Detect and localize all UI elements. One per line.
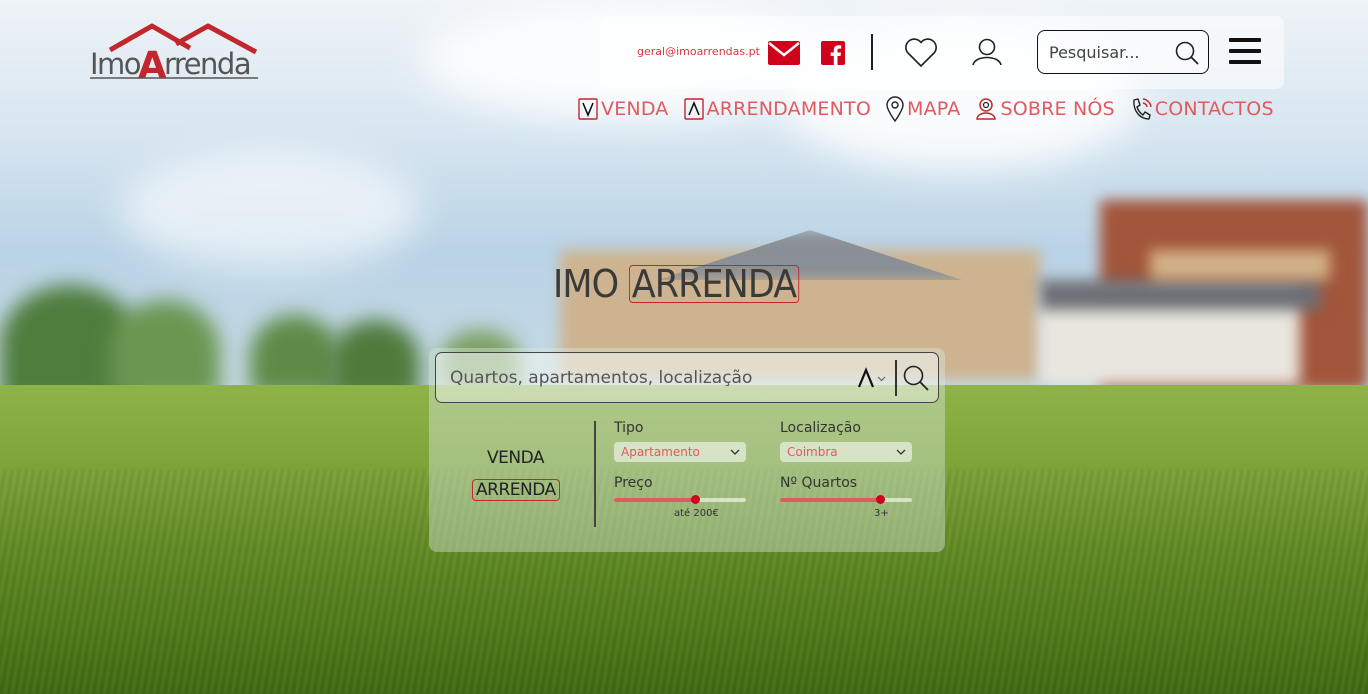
search-divider [895, 360, 897, 396]
nav-item-sobre-nos[interactable]: SOBRE NÓS [975, 97, 1115, 121]
mode-arrenda-button[interactable]: ARRENDA [472, 479, 560, 501]
hero-logo: IMO ARRENDA [553, 262, 814, 306]
quartos-slider[interactable] [780, 495, 912, 504]
preco-value: até 200€ [674, 508, 719, 519]
quartos-label: Nº Quartos [780, 475, 858, 491]
chevron-down-icon [896, 442, 906, 468]
logo-text-imo: Imo [90, 47, 141, 81]
nav-label: CONTACTOS [1154, 98, 1274, 120]
localizacao-value: Coimbra [787, 445, 838, 459]
nav-item-venda[interactable]: VENDA [578, 98, 669, 120]
panel-divider [594, 421, 596, 527]
logo[interactable]: Imo A rrenda [90, 22, 260, 87]
mode-dropdown[interactable] [857, 367, 889, 389]
nav-item-mapa[interactable]: MAPA [886, 96, 960, 122]
quartos-value: 3+ [874, 508, 889, 519]
search-icon[interactable] [1174, 40, 1200, 70]
main-search-bar [435, 352, 939, 403]
facebook-icon[interactable] [821, 41, 845, 65]
arrendamento-icon [683, 98, 704, 120]
header-search [1037, 30, 1209, 74]
header-search-input[interactable] [1049, 42, 1174, 62]
tipo-value: Apartamento [621, 445, 700, 459]
preco-slider-thumb[interactable] [690, 495, 700, 504]
mail-icon[interactable] [767, 40, 801, 66]
chevron-down-icon [877, 376, 886, 382]
localizacao-select[interactable]: Coimbra [780, 442, 912, 462]
nav-label: SOBRE NÓS [1000, 98, 1115, 120]
main-search-input[interactable] [450, 365, 850, 391]
search-icon[interactable] [902, 364, 930, 396]
people-icon [975, 97, 997, 121]
contact-email-link[interactable]: geral@imoarrendas.pt [637, 45, 760, 58]
nav-label: ARRENDAMENTO [706, 98, 872, 120]
tipo-label: Tipo [614, 420, 644, 436]
preco-slider[interactable] [614, 495, 746, 504]
phone-icon [1130, 97, 1152, 121]
venda-icon [578, 98, 598, 120]
mode-venda-button[interactable]: VENDA [487, 448, 545, 468]
main-nav: VENDA ARRENDAMENTO MAPA SOBRE NÓS CONTAC… [578, 95, 1274, 123]
user-icon[interactable] [970, 36, 1004, 68]
localizacao-label: Localização [780, 420, 861, 436]
hero-logo-imo: IMO [553, 262, 619, 306]
nav-label: VENDA [601, 98, 669, 120]
header-divider [871, 34, 873, 70]
hero-logo-arrenda: ARRENDA [629, 265, 800, 303]
heart-icon[interactable] [903, 36, 939, 70]
preco-label: Preço [614, 475, 653, 491]
tipo-select[interactable]: Apartamento [614, 442, 746, 462]
menu-icon[interactable] [1229, 38, 1261, 66]
nav-item-arrendamento[interactable]: ARRENDAMENTO [683, 98, 872, 120]
svg-text:rrenda: rrenda [164, 47, 250, 81]
nav-item-contactos[interactable]: CONTACTOS [1130, 97, 1274, 121]
chevron-down-icon [730, 442, 740, 468]
nav-label: MAPA [907, 98, 961, 120]
map-pin-icon [886, 96, 904, 122]
